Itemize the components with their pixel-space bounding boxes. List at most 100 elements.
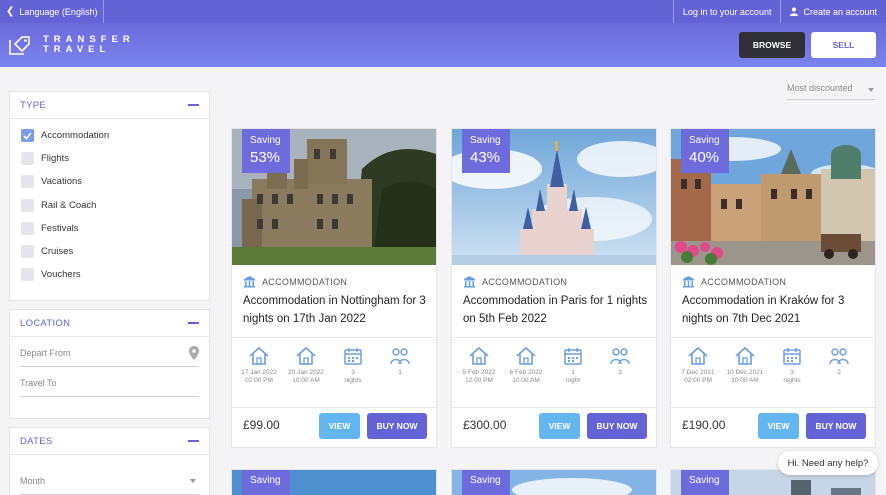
language-selector[interactable]: ❮ Language (English): [0, 0, 105, 23]
checkout-time: 10:00 AM: [731, 377, 759, 384]
saving-badge: Saving 40%: [681, 129, 729, 173]
saving-label: Saving: [470, 475, 501, 486]
buy-now-button[interactable]: BUY NOW: [587, 413, 647, 439]
listing-category-label: ACCOMMODATION: [482, 276, 568, 287]
guests-detail: 1: [380, 346, 420, 377]
type-option[interactable]: Rail & Coach: [21, 194, 209, 217]
calendar-icon: [344, 348, 362, 365]
listing-category: ACCOMMODATION: [463, 275, 567, 288]
type-option[interactable]: Accommodation: [21, 124, 209, 147]
guests-icon: [829, 348, 849, 365]
guests-count: 1: [398, 369, 402, 376]
nights-detail: 1 night: [553, 346, 593, 385]
house-checkin-icon: [688, 346, 708, 365]
house-checkout-icon: [735, 346, 755, 365]
saving-label: Saving: [250, 475, 281, 486]
checkbox[interactable]: [21, 221, 34, 235]
caret-down-icon: [868, 88, 874, 92]
checkin-time: 12:00 PM: [465, 377, 493, 384]
checkbox[interactable]: [21, 198, 34, 212]
sort-select[interactable]: Most discounted: [787, 83, 875, 100]
checkbox[interactable]: [21, 152, 34, 166]
create-account-label: Create an account: [803, 6, 877, 17]
nights-label: night: [565, 377, 581, 384]
calendar-icon: [564, 348, 582, 365]
logo[interactable]: TRANSFER TRAVEL: [9, 35, 135, 55]
listing-card[interactable]: Saving: [451, 469, 657, 495]
login-link[interactable]: Log in to your account: [672, 0, 781, 23]
type-option-label: Vouchers: [41, 269, 81, 281]
type-option[interactable]: Flights: [21, 147, 209, 170]
dates-filter-title: DATES: [20, 435, 53, 447]
house-checkout-icon: [296, 346, 316, 365]
collapse-icon[interactable]: [188, 104, 199, 106]
listing-card[interactable]: Saving 40% ACCOMMODATION Accommodation in K…: [670, 128, 876, 448]
view-button[interactable]: VIEW: [758, 413, 799, 439]
listing-category-label: ACCOMMODATION: [262, 276, 348, 287]
travel-to-field[interactable]: Travel To: [20, 367, 199, 397]
depart-from-field[interactable]: Depart From: [20, 337, 199, 367]
saving-badge: Saving: [242, 470, 290, 495]
saving-badge: Saving 43%: [462, 129, 510, 173]
listing-title[interactable]: Accommodation in Kraków for 3 nights on …: [682, 293, 872, 328]
house-checkin-icon: [249, 346, 269, 365]
language-label: Language (English): [19, 6, 98, 17]
month-select[interactable]: Month: [20, 465, 199, 495]
listing-card[interactable]: Saving 43% ACCOMMODATION Accommodation in P…: [451, 128, 657, 448]
map-pin-icon: [189, 346, 199, 360]
sort-selected: Most discounted: [787, 83, 853, 93]
type-option[interactable]: Vacations: [21, 170, 209, 193]
user-icon: [790, 7, 799, 16]
type-option-label: Cruises: [41, 246, 74, 258]
accommodation-icon: [683, 276, 694, 288]
nights-count: 1: [571, 369, 575, 376]
create-account-link[interactable]: Create an account: [780, 0, 886, 23]
checkbox[interactable]: [21, 129, 34, 143]
listing-card[interactable]: Saving 53% ACCOMMODATION Accommodation in N…: [231, 128, 437, 448]
type-filter-header[interactable]: TYPE: [10, 92, 209, 118]
checkbox[interactable]: [21, 268, 34, 282]
listing-price: £300.00: [463, 418, 507, 432]
location-filter-panel: LOCATION Depart From Travel To: [9, 309, 210, 419]
type-option[interactable]: Cruises: [21, 240, 209, 263]
location-filter-header[interactable]: LOCATION: [10, 310, 209, 336]
depart-from-placeholder: Depart From: [20, 348, 71, 358]
guests-detail: 2: [819, 346, 859, 377]
type-option[interactable]: Festivals: [21, 217, 209, 240]
collapse-icon[interactable]: [188, 322, 199, 324]
view-button[interactable]: VIEW: [539, 413, 580, 439]
checkout-date: 20 Jan 2022: [288, 369, 324, 376]
checkout-time: 10:00 AM: [512, 377, 540, 384]
listing-card[interactable]: Saving: [231, 469, 437, 495]
browse-button[interactable]: BROWSE: [739, 32, 805, 58]
nights-count: 3: [790, 369, 794, 376]
dates-filter-header[interactable]: DATES: [10, 428, 209, 454]
listing-title[interactable]: Accommodation in Nottingham for 3 nights…: [243, 293, 433, 328]
sell-button[interactable]: SELL: [811, 32, 876, 58]
location-filter-title: LOCATION: [20, 317, 71, 329]
collapse-icon[interactable]: [188, 440, 199, 442]
listing-title[interactable]: Accommodation in Paris for 1 nights on 5…: [463, 293, 653, 328]
top-bar: ❮ Language (English) Log in to your acco…: [0, 0, 886, 23]
saving-percent: 40%: [689, 149, 720, 166]
saving-label: Saving: [689, 475, 720, 486]
type-option[interactable]: Vouchers: [21, 263, 209, 286]
travel-to-placeholder: Travel To: [20, 378, 57, 388]
checkbox[interactable]: [21, 245, 34, 259]
buy-now-button[interactable]: BUY NOW: [367, 413, 427, 439]
checkin-detail: 17 Jan 2022 02:00 PM: [239, 346, 279, 385]
checkin-time: 02:00 PM: [245, 377, 273, 384]
caret-down-icon: [190, 479, 196, 483]
nights-count: 3: [351, 369, 355, 376]
guests-count: 2: [837, 369, 841, 376]
view-button[interactable]: VIEW: [319, 413, 360, 439]
listing-category: ACCOMMODATION: [243, 275, 347, 288]
chat-bubble[interactable]: Hi. Need any help?: [778, 451, 878, 475]
checkbox[interactable]: [21, 175, 34, 189]
listing-price: £99.00: [243, 418, 280, 432]
accommodation-icon: [464, 276, 475, 288]
ticket-tag-icon: [9, 36, 30, 55]
buy-now-button[interactable]: BUY NOW: [806, 413, 866, 439]
accommodation-icon: [244, 276, 255, 288]
type-option-label: Rail & Coach: [41, 199, 97, 211]
